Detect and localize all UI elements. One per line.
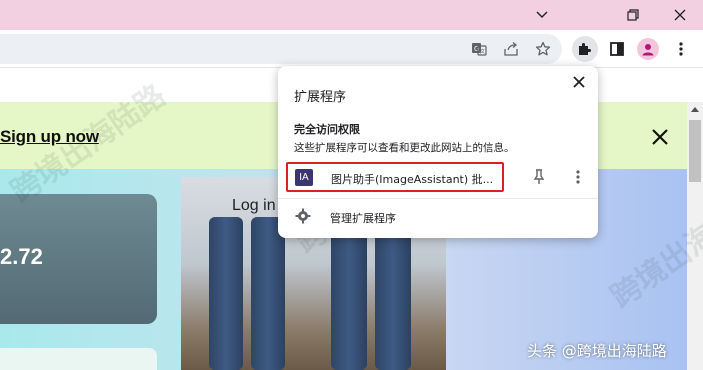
restore-button[interactable] xyxy=(611,0,655,30)
address-bar[interactable]: G文 xyxy=(0,34,562,64)
title-bar xyxy=(0,0,703,30)
browser-toolbar: G文 xyxy=(0,30,703,68)
translate-icon[interactable]: G文 xyxy=(470,40,488,58)
thumbnail xyxy=(0,348,157,370)
scroll-up-arrow-icon[interactable] xyxy=(691,107,699,112)
access-description: 这些扩展程序可以查看和更改此网站上的信息。 xyxy=(294,142,515,154)
login-link[interactable]: Log in xyxy=(232,197,276,215)
close-window-button[interactable] xyxy=(658,0,702,30)
access-heading: 完全访问权限 xyxy=(294,123,360,136)
svg-text:文: 文 xyxy=(480,48,485,55)
star-icon[interactable] xyxy=(534,40,552,58)
stat-value: 2.72 xyxy=(0,244,43,269)
extensions-popup: 扩展程序 完全访问权限 这些扩展程序可以查看和更改此网站上的信息。 IA 图片助… xyxy=(278,66,598,238)
profile-button[interactable] xyxy=(635,36,661,62)
more-vert-icon[interactable] xyxy=(571,168,585,186)
close-icon[interactable] xyxy=(572,75,586,89)
puzzle-icon xyxy=(579,43,591,55)
more-menu-button[interactable] xyxy=(668,36,694,62)
share-icon[interactable] xyxy=(502,40,520,58)
stat-card: 2.72 xyxy=(0,194,157,324)
minimize-button[interactable] xyxy=(520,0,564,30)
extensions-button[interactable] xyxy=(572,36,598,62)
popup-title: 扩展程序 xyxy=(294,90,347,105)
more-vert-icon xyxy=(679,42,683,56)
gear-icon[interactable] xyxy=(295,208,311,224)
extension-name: 图片助手(ImageAssistant) 批... xyxy=(331,173,494,186)
scroll-thumb[interactable] xyxy=(689,120,701,182)
extension-item-imageassistant[interactable]: IA 图片助手(ImageAssistant) 批... xyxy=(286,162,504,192)
profile-icon xyxy=(637,38,659,60)
divider xyxy=(278,198,598,199)
pin-icon[interactable] xyxy=(531,168,547,186)
chevron-down-icon xyxy=(536,11,548,18)
credit-watermark: 头条 @跨境出海陆路 xyxy=(527,342,667,360)
close-icon[interactable] xyxy=(650,127,670,147)
restore-icon xyxy=(627,9,639,21)
side-panel-icon xyxy=(610,42,624,56)
side-panel-button[interactable] xyxy=(604,36,630,62)
manage-extensions-link[interactable]: 管理扩展程序 xyxy=(330,210,396,226)
extension-logo: IA xyxy=(295,169,313,186)
close-icon xyxy=(674,9,686,21)
